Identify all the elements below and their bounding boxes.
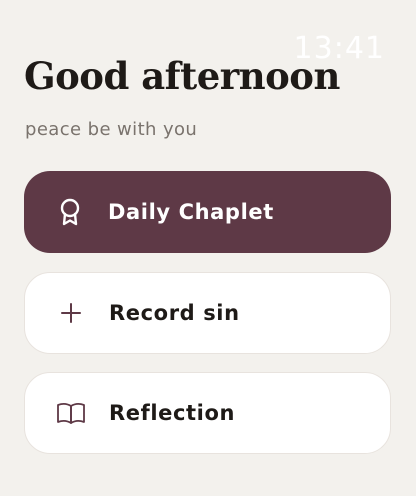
open-book-icon (56, 398, 86, 428)
greeting-title: Good afternoon (24, 54, 340, 98)
daily-chaplet-label: Daily Chaplet (108, 199, 274, 224)
reflection-button[interactable]: Reflection (24, 372, 391, 454)
daily-chaplet-button[interactable]: Daily Chaplet (24, 171, 391, 253)
plus-icon (56, 298, 86, 328)
record-sin-label: Record sin (109, 300, 240, 325)
reflection-label: Reflection (109, 400, 236, 425)
record-sin-button[interactable]: Record sin (24, 272, 391, 354)
award-ribbon-icon (55, 197, 85, 227)
greeting-subtitle: peace be with you (25, 119, 198, 140)
